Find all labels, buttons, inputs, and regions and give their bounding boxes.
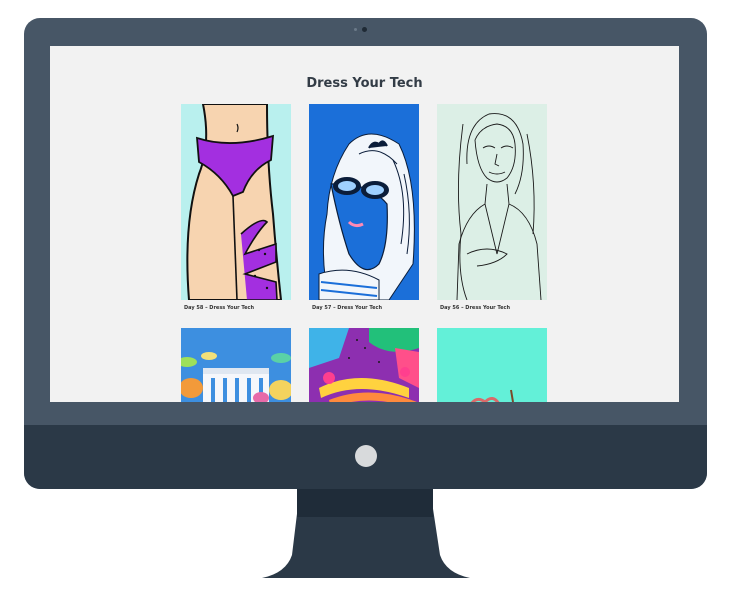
- artwork-thumbnail[interactable]: [437, 328, 547, 402]
- gallery-card[interactable]: Day 58 – Dress Your Tech: [181, 104, 291, 311]
- artwork-caption: Day 56 – Dress Your Tech: [440, 305, 511, 311]
- artwork-thumbnail[interactable]: [181, 104, 291, 300]
- gallery-card[interactable]: [437, 328, 547, 402]
- camera-light-icon: [354, 28, 357, 31]
- artwork-caption: Day 57 – Dress Your Tech: [312, 305, 383, 311]
- gallery-card[interactable]: [309, 328, 419, 402]
- artwork-caption: Day 58 – Dress Your Tech: [184, 305, 255, 311]
- camera-icon: [362, 27, 367, 32]
- artwork-thumbnail[interactable]: [309, 104, 419, 300]
- artwork-thumbnail[interactable]: [309, 328, 419, 402]
- gallery-card[interactable]: Day 56 – Dress Your Tech: [437, 104, 547, 311]
- screen: Dress Your Tech Day 58 – Dress Your Tech: [50, 46, 679, 402]
- gallery-card[interactable]: [181, 328, 291, 402]
- page-title: Dress Your Tech: [306, 76, 423, 91]
- artwork-thumbnail[interactable]: [437, 104, 547, 300]
- artwork-thumbnail[interactable]: [181, 328, 291, 402]
- gallery-card[interactable]: Day 57 – Dress Your Tech: [309, 104, 419, 311]
- stand-neck: [297, 489, 433, 517]
- power-button[interactable]: [355, 445, 377, 467]
